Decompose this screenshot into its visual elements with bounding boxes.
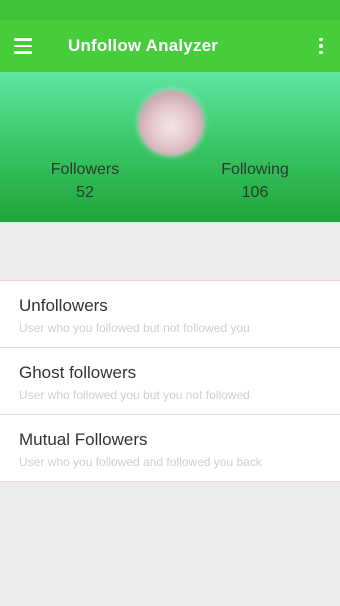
followers-stat[interactable]: Followers 52 [25,160,145,204]
app-bar: Unfollow Analyzer [0,20,340,72]
profile-avatar[interactable] [138,90,204,156]
list-item-title: Ghost followers [19,363,137,382]
list-item-unfollowers[interactable]: Unfollowers User who you followed but no… [0,280,340,347]
status-bar [0,0,340,20]
following-label: Following [221,161,289,178]
analysis-list: Unfollowers User who you followed but no… [0,280,340,482]
following-stat[interactable]: Following 106 [195,160,315,204]
list-item-subtitle: User who you followed but not followed y… [19,321,250,335]
list-item-ghost-followers[interactable]: Ghost followers User who followed you bu… [0,347,340,414]
followers-label: Followers [50,161,120,178]
hamburger-menu-icon[interactable] [14,34,40,58]
list-item-title: Unfollowers [19,296,108,315]
following-count: 106 [241,184,269,201]
menu-line [14,38,32,41]
list-item-title: Mutual Followers [19,430,148,449]
app-title: Unfollow Analyzer [68,36,219,55]
menu-line [14,51,32,54]
followers-count: 52 [76,184,94,201]
more-vert-icon[interactable] [316,34,326,58]
profile-header: Followers 52 Following 106 [0,72,340,222]
menu-line [14,44,32,48]
list-item-mutual-followers[interactable]: Mutual Followers User who you followed a… [0,414,340,482]
dot [319,37,323,42]
dot [319,44,323,48]
list-item-subtitle: User who you followed and followed you b… [19,455,262,469]
list-item-subtitle: User who followed you but you not follow… [19,388,250,402]
dot [319,50,323,55]
